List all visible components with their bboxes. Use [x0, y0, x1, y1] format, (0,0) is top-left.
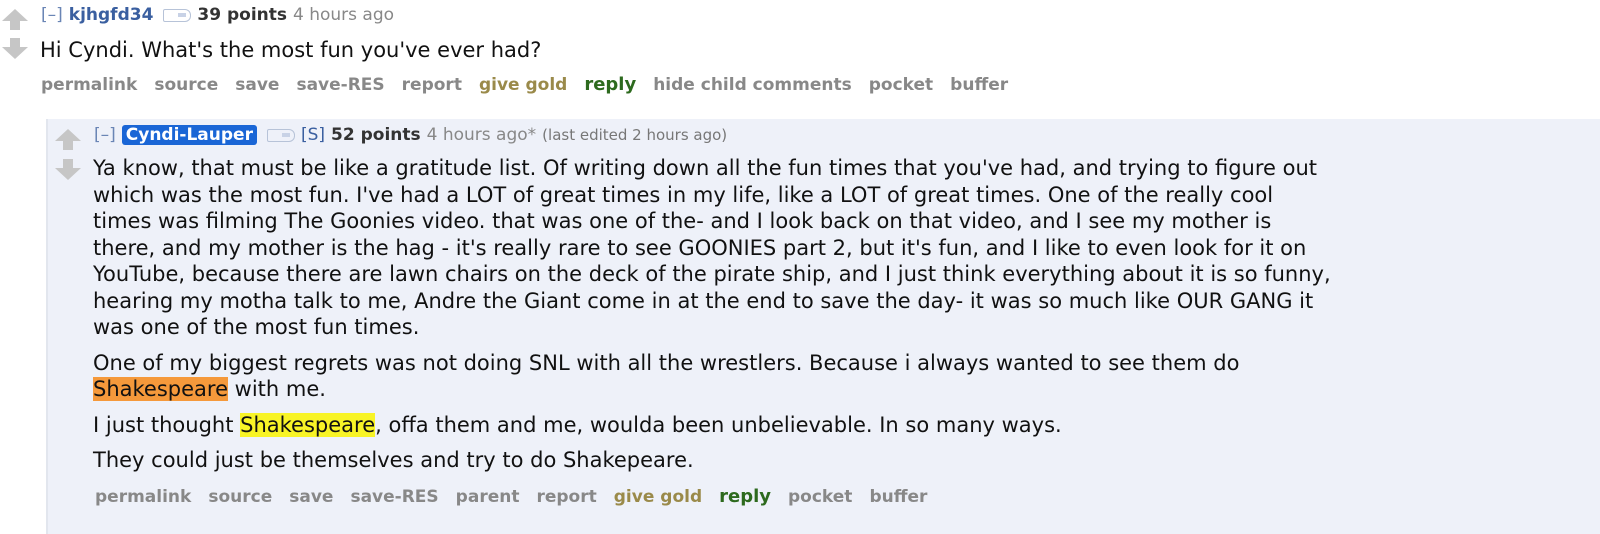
collapse-toggle[interactable]: [–] — [94, 125, 116, 145]
paragraph-text: I just thought — [93, 412, 241, 437]
paragraph-line: was one of the most fun times. — [93, 315, 420, 339]
paragraph-line: there, and my mother is the hag - it's r… — [93, 235, 1307, 260]
permalink-button[interactable]: permalink — [95, 487, 191, 507]
paragraph-line: One of my biggest regrets was not doing … — [93, 350, 1240, 375]
hide-child-comments-button[interactable]: hide child comments — [653, 75, 852, 95]
paragraph-line: times was filming The Goonies video. tha… — [93, 209, 1272, 233]
paragraph-text: , offa them and me, woulda been unbeliev… — [375, 412, 1062, 437]
paragraph-line: Ya know, that must be like a gratitude l… — [93, 156, 1318, 180]
edited-timestamp: (last edited 2 hours ago) — [542, 126, 728, 144]
user-tag-icon[interactable] — [266, 128, 295, 142]
save-button[interactable]: save — [289, 487, 333, 507]
search-highlight-current: Shakespeare — [93, 377, 228, 401]
save-button[interactable]: save — [235, 75, 279, 95]
author-link[interactable]: kjhgfd34 — [69, 5, 154, 25]
score: 52 points — [331, 125, 421, 145]
timestamp: 4 hours ago — [293, 5, 395, 25]
paragraph-text: with me. — [228, 377, 326, 401]
pocket-button[interactable]: pocket — [788, 487, 852, 507]
paragraph-line: YouTube, because there are lawn chairs o… — [93, 262, 1331, 286]
report-button[interactable]: report — [402, 75, 462, 95]
buffer-button[interactable]: buffer — [869, 487, 927, 507]
paragraph-line: which was the most fun. I've had a LOT o… — [93, 182, 1274, 207]
give-gold-button[interactable]: give gold — [614, 487, 702, 507]
parent-comment-body: Hi Cyndi. What's the most fun you've eve… — [40, 37, 1540, 64]
collapse-toggle[interactable]: [–] — [41, 5, 63, 25]
submitter-badge: [S] — [300, 125, 326, 145]
parent-buttons: permalink source save save-RES report give go… — [41, 74, 1025, 95]
paragraph-2: One of my biggest regrets was not doing … — [93, 350, 1573, 403]
source-button[interactable]: source — [208, 487, 272, 507]
reply-button[interactable]: reply — [584, 74, 636, 95]
paragraph-line: hearing my motha talk to me, Andre the G… — [93, 288, 1314, 313]
save-res-button[interactable]: save-RES — [350, 487, 438, 507]
parent-button[interactable]: parent — [456, 487, 520, 507]
upvote-arrow-icon[interactable] — [55, 129, 81, 150]
report-button[interactable]: report — [536, 487, 596, 507]
child-tagline: [–] Cyndi-Lauper [S] 52 points 4 hours ago* (… — [94, 125, 727, 145]
source-button[interactable]: source — [154, 75, 218, 95]
upvote-arrow-icon[interactable] — [2, 9, 28, 30]
downvote-arrow-icon[interactable] — [55, 159, 81, 180]
child-buttons: permalink source save save-RES parent report g… — [95, 486, 944, 507]
reply-button[interactable]: reply — [719, 486, 771, 507]
pocket-button[interactable]: pocket — [869, 75, 933, 95]
child-comment-body: Ya know, that must be like a gratitude l… — [93, 155, 1573, 474]
parent-tagline: [–] kjhgfd34 39 points 4 hours ago — [41, 5, 394, 25]
user-tag-icon[interactable] — [163, 8, 192, 22]
buffer-button[interactable]: buffer — [950, 75, 1008, 95]
give-gold-button[interactable]: give gold — [479, 75, 567, 95]
search-highlight: Shakespeare — [240, 412, 376, 437]
timestamp: 4 hours ago* — [426, 125, 537, 145]
save-res-button[interactable]: save-RES — [296, 75, 384, 95]
paragraph-1: Ya know, that must be like a gratitude l… — [93, 155, 1573, 341]
author-link[interactable]: Cyndi-Lauper — [121, 125, 257, 145]
paragraph-3: I just thought Shakespeare, offa them an… — [93, 412, 1573, 439]
permalink-button[interactable]: permalink — [41, 75, 137, 95]
downvote-arrow-icon[interactable] — [2, 38, 28, 59]
paragraph-4: They could just be themselves and try to… — [93, 448, 694, 472]
score: 39 points — [197, 5, 288, 25]
comment-text: Hi Cyndi. What's the most fun you've eve… — [40, 38, 542, 62]
